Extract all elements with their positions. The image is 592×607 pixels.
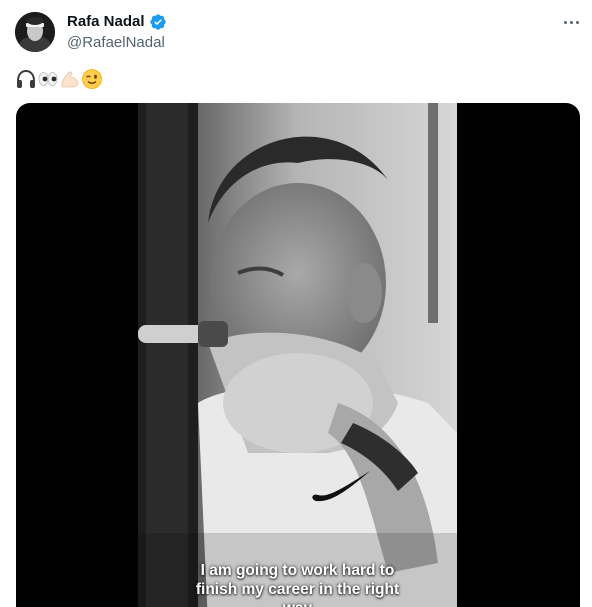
flexed-biceps-icon	[61, 71, 79, 88]
more-dot	[575, 20, 579, 24]
video-player[interactable]: I am going to work hard to finish my car…	[138, 103, 457, 607]
video-caption: I am going to work hard to finish my car…	[138, 561, 457, 607]
caption-line: I am going to work hard to	[200, 562, 395, 579]
tweet-text	[15, 66, 103, 90]
winking-face-icon	[82, 69, 102, 90]
caption-line: finish my career in the right	[195, 581, 400, 598]
eyes-icon	[38, 72, 58, 87]
avatar-image	[15, 12, 55, 52]
more-options-icon[interactable]	[557, 10, 585, 34]
verified-badge-icon	[149, 14, 166, 30]
caption-line: way	[138, 599, 457, 607]
video-frame-image	[138, 103, 457, 607]
more-dot	[563, 20, 567, 24]
author-name-row: Rafa Nadal	[67, 12, 167, 32]
author-handle[interactable]: @RafaelNadal	[67, 33, 165, 53]
author-display-name[interactable]: Rafa Nadal	[67, 12, 145, 32]
headphones-icon	[17, 70, 35, 89]
more-dot	[569, 20, 573, 24]
tweet-media[interactable]: I am going to work hard to finish my car…	[16, 103, 580, 607]
avatar[interactable]	[15, 12, 55, 52]
